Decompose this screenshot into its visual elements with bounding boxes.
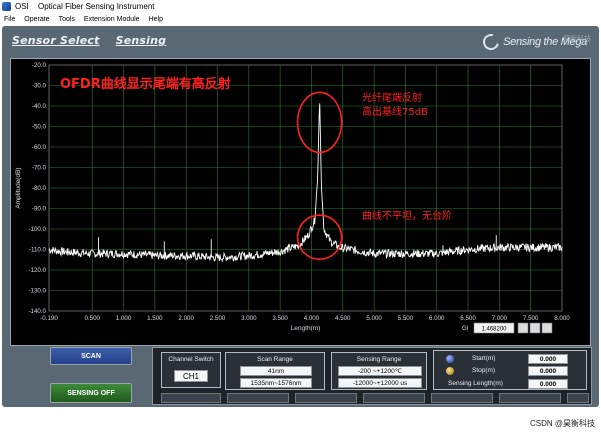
scan-range-label: Scan Range <box>257 356 293 363</box>
status-slot <box>567 393 589 403</box>
baseline-annotation: 曲线不平坦，无台阶 <box>362 211 452 222</box>
y-tick-label: -80.0 <box>32 185 47 192</box>
x-tick-label: 3.000 <box>241 315 257 322</box>
x-axis-label: Length(m) <box>291 325 321 332</box>
y-tick-label: -90.0 <box>32 206 47 213</box>
stop-indicator-icon <box>446 367 454 375</box>
x-tick-label: 3.500 <box>272 315 288 322</box>
reflection-annotation: 光纤尾端反射 高出基线75dB <box>362 92 428 120</box>
x-tick-label: 5.500 <box>398 315 414 322</box>
status-slot <box>161 393 221 403</box>
stop-label: Stop(m) <box>472 367 496 374</box>
reflection-annotation-line1: 光纤尾端反射 <box>362 93 422 104</box>
x-tick-label: 4.500 <box>335 315 351 322</box>
brand-swirl-icon <box>480 31 503 53</box>
status-slot <box>227 393 289 403</box>
scan-range-band-field: 1535nm~1576nm <box>240 378 312 388</box>
app-icon <box>2 2 11 11</box>
status-slot <box>431 393 493 403</box>
y-tick-label: -30.0 <box>32 83 47 90</box>
headline-annotation: OFDR曲线显示尾端有高反射 <box>60 77 231 92</box>
length-settings-box: Start(m) 0.000 Stop(m) 0.000 Sensing Len… <box>433 350 587 390</box>
menu-operate[interactable]: Operate <box>24 16 49 23</box>
y-tick-label: -50.0 <box>32 124 47 131</box>
sensing-toggle-button[interactable]: SENSING OFF <box>50 383 132 403</box>
strain-range-field: -12000~+12000 us <box>338 378 422 388</box>
ofdr-chart: -0.190 0.500 1.000 1.500 2.000 2.500 3.000 3.50… <box>15 62 570 334</box>
channel-switch-label: Channel Switch <box>168 356 214 363</box>
x-tick-label: 8.000 <box>554 315 570 322</box>
x-tick-label: 2.000 <box>178 315 194 322</box>
menu-tools[interactable]: Tools <box>59 16 75 23</box>
y-tick-label: -110.0 <box>29 247 47 254</box>
channel-switch-box: Channel Switch CH1 <box>161 352 221 388</box>
scan-range-box: Scan Range 41nm 1535nm~1576nm <box>225 352 325 390</box>
menu-help[interactable]: Help <box>149 16 163 23</box>
scan-range-width-field: 41nm <box>240 366 312 376</box>
app-short-name: OSI <box>15 2 29 11</box>
y-tick-label: -20.0 <box>32 62 47 69</box>
x-tick-label: 7.500 <box>523 315 539 322</box>
temperature-range-field: -200 ~+1200℃ <box>338 366 422 376</box>
y-tick-label: -60.0 <box>32 144 47 151</box>
x-tick-label: 2.500 <box>210 315 226 322</box>
sensing-range-box: Sensing Range -200 ~+1200℃ -12000~+12000… <box>331 352 427 390</box>
x-tick-label: -0.190 <box>40 315 58 322</box>
tab-sensing[interactable]: Sensing <box>116 34 167 47</box>
sensing-length-label: Sensing Length(m) <box>448 380 503 387</box>
reflection-annotation-line2: 高出基线75dB <box>362 107 428 118</box>
x-tick-label: 5.000 <box>366 315 382 322</box>
stop-field[interactable]: 0.000 <box>528 366 568 376</box>
ofdr-plot[interactable]: -0.190 0.500 1.000 1.500 2.000 2.500 3.000 3.50… <box>10 58 591 346</box>
x-tick-label: 1.000 <box>116 315 132 322</box>
gi-value: 1.468200 <box>481 327 507 333</box>
y-tick-label: -140.0 <box>28 308 46 315</box>
y-tick-label: -100.0 <box>28 226 46 233</box>
title-bar: OSI Optical Fiber Sensing Instrument <box>0 0 601 13</box>
x-tick-label: 0.500 <box>84 315 100 322</box>
status-slot <box>363 393 425 403</box>
sensing-length-field: 0.000 <box>528 379 568 389</box>
channel-switch-field[interactable]: CH1 <box>174 370 208 382</box>
x-tick-label: 6.000 <box>429 315 445 322</box>
y-axis-label: Amplitude(dB) <box>15 167 22 208</box>
start-indicator-icon <box>446 355 454 363</box>
menu-bar: File Operate Tools Extension Module Help <box>0 13 601 25</box>
menu-extension-module[interactable]: Extension Module <box>84 16 140 23</box>
menu-file[interactable]: File <box>4 16 15 23</box>
sensing-range-label: Sensing Range <box>356 356 402 363</box>
zoom-box-icon[interactable] <box>529 322 541 334</box>
y-tick-label: -70.0 <box>32 165 47 172</box>
gi-label: GI <box>462 326 469 332</box>
status-slot <box>295 393 357 403</box>
status-slot <box>499 393 561 403</box>
brand-watermark: 昊衡科技 <box>563 36 591 43</box>
tab-strip: Sensor Select Sensing <box>12 34 166 47</box>
x-tick-label: 7.000 <box>492 315 508 322</box>
zoom-plus-icon[interactable] <box>517 322 529 334</box>
y-tick-label: -130.0 <box>28 288 46 295</box>
x-tick-label: 1.500 <box>147 315 163 322</box>
control-panel: Channel Switch CH1 Scan Range 41nm 1535n… <box>152 347 592 405</box>
pan-hand-icon[interactable] <box>541 322 553 334</box>
y-tick-label: -40.0 <box>32 103 47 110</box>
x-tick-label: 4.000 <box>304 315 320 322</box>
tab-sensor-select[interactable]: Sensor Select <box>12 34 100 47</box>
x-tick-label: 6.500 <box>460 315 476 322</box>
start-label: Start(m) <box>472 355 496 362</box>
window-title: Optical Fiber Sensing Instrument <box>38 2 155 11</box>
y-tick-label: -120.0 <box>28 267 46 274</box>
scan-button[interactable]: SCAN <box>50 347 132 365</box>
start-field[interactable]: 0.000 <box>528 354 568 364</box>
footer-watermark: CSDN @昊衡科技 <box>529 419 595 428</box>
